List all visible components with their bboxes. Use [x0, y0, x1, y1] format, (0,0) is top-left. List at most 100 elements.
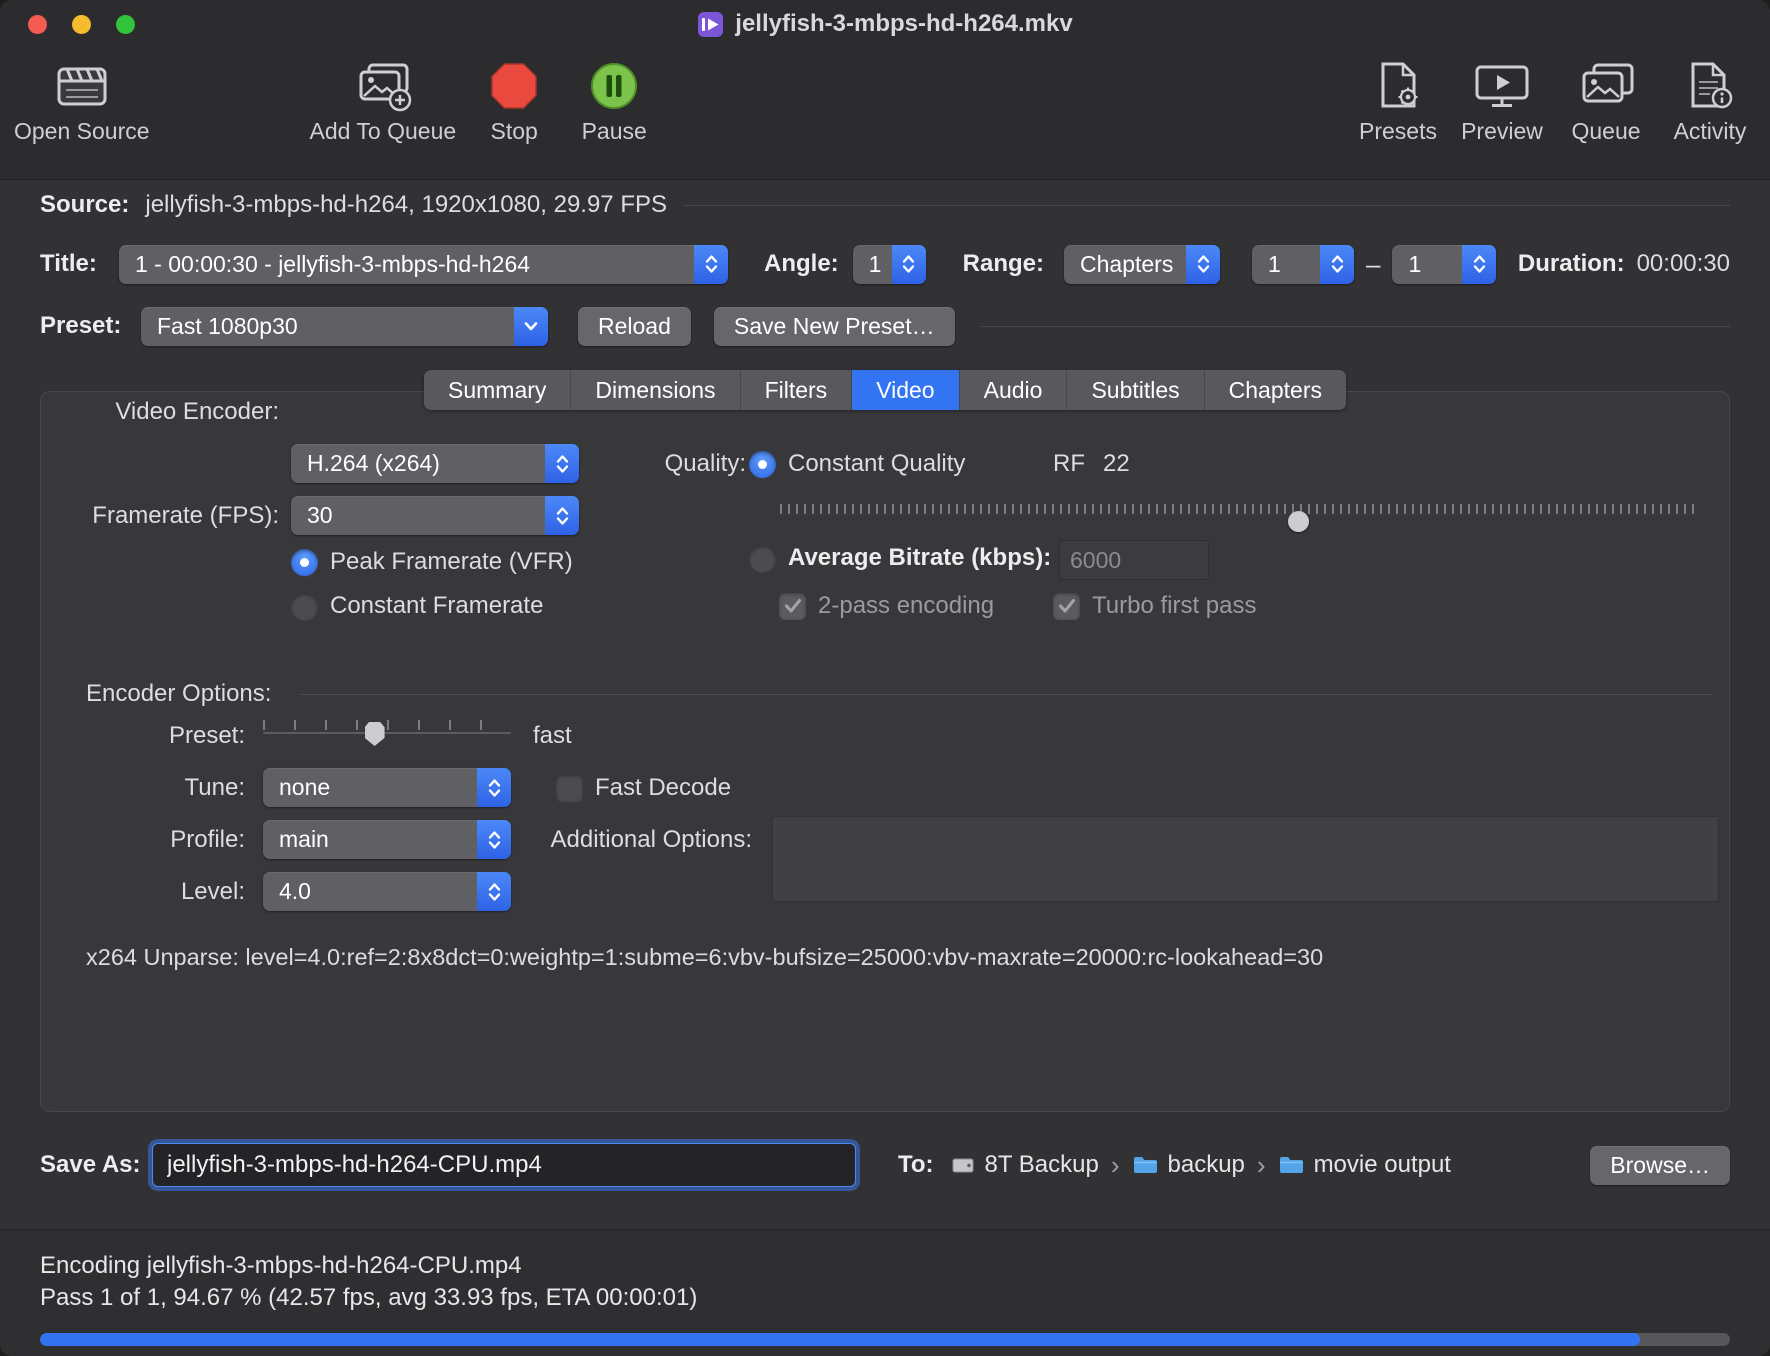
- level-label: Level:: [180, 877, 245, 905]
- activity-log-icon: [1682, 58, 1738, 114]
- chapter-start-select[interactable]: 1: [1252, 244, 1355, 284]
- path-separator: ›: [1256, 1149, 1266, 1180]
- stepper-icon: [1186, 244, 1221, 284]
- title-select[interactable]: 1 - 00:00:30 - jellyfish-3-mbps-hd-h264: [119, 244, 728, 284]
- range-type-value: Chapters: [1080, 250, 1174, 277]
- tab-subtitles[interactable]: Subtitles: [1067, 370, 1205, 410]
- title-label: Title:: [40, 250, 97, 277]
- preset-slider-thumb[interactable]: [364, 722, 385, 746]
- turbo-first-pass-label: Turbo first pass: [1092, 592, 1257, 619]
- constant-framerate-option[interactable]: Constant Framerate: [291, 592, 543, 620]
- path-item-label: backup: [1167, 1151, 1245, 1178]
- additional-options-input[interactable]: [772, 816, 1719, 902]
- average-bitrate-radio[interactable]: [749, 544, 776, 572]
- level-select[interactable]: 4.0: [263, 872, 511, 911]
- path-item-volume[interactable]: 8T Backup: [950, 1151, 1099, 1179]
- constant-quality-option[interactable]: Constant Quality: [749, 450, 965, 478]
- duration-group: Duration: 00:00:30: [1518, 250, 1730, 278]
- browse-button[interactable]: Browse…: [1590, 1145, 1730, 1185]
- average-bitrate-option[interactable]: Average Bitrate (kbps):: [749, 544, 1051, 572]
- framerate-select[interactable]: 30: [291, 496, 579, 535]
- tab-chapters[interactable]: Chapters: [1204, 370, 1346, 410]
- two-pass-option[interactable]: 2-pass encoding: [779, 592, 994, 620]
- profile-label: Profile:: [170, 825, 245, 853]
- path-item-backup[interactable]: backup: [1132, 1151, 1245, 1179]
- angle-label: Angle:: [764, 250, 839, 277]
- preview-button[interactable]: Preview: [1460, 58, 1544, 145]
- preview-monitor-icon: [1472, 58, 1532, 114]
- stepper-icon: [477, 768, 511, 807]
- document-icon: [698, 11, 724, 37]
- activity-label: Activity: [1673, 118, 1747, 144]
- rf-readout: RF 22: [1053, 444, 1130, 483]
- open-source-button[interactable]: Open Source: [14, 58, 150, 145]
- activity-button[interactable]: Activity: [1668, 58, 1752, 145]
- preview-label: Preview: [1461, 118, 1543, 144]
- preset-label: Preset:: [40, 312, 122, 339]
- fast-decode-checkbox[interactable]: [556, 774, 583, 802]
- minimize-window-button[interactable]: [72, 14, 91, 34]
- preset-select[interactable]: Fast 1080p30: [141, 306, 548, 346]
- quality-slider[interactable]: [780, 504, 1696, 534]
- title-select-value: 1 - 00:00:30 - jellyfish-3-mbps-hd-h264: [135, 250, 531, 277]
- profile-value: main: [279, 826, 329, 852]
- duration-value: 00:00:30: [1636, 250, 1730, 277]
- preset-slider-ticks: [263, 720, 511, 730]
- tab-dimensions[interactable]: Dimensions: [571, 370, 741, 410]
- two-pass-checkbox[interactable]: [779, 592, 806, 620]
- constant-framerate-radio[interactable]: [291, 592, 318, 620]
- rf-label: RF: [1053, 449, 1085, 477]
- stop-button[interactable]: Stop: [472, 58, 556, 145]
- path-separator: ›: [1110, 1149, 1120, 1180]
- tune-select[interactable]: none: [263, 768, 511, 807]
- quality-slider-ticks: [780, 504, 1696, 514]
- range-label: Range:: [962, 250, 1045, 277]
- window-title: jellyfish-3-mbps-hd-h264.mkv: [735, 10, 1073, 37]
- toolbar-panel-group: Presets Preview Queue Activity: [1356, 58, 1752, 145]
- folder-icon: [1133, 1157, 1157, 1173]
- average-bitrate-input[interactable]: [1059, 540, 1209, 580]
- chapter-end-select[interactable]: 1: [1392, 244, 1497, 284]
- presets-button[interactable]: Presets: [1356, 58, 1440, 145]
- title-row: Title: 1 - 00:00:30 - jellyfish-3-mbps-h…: [0, 242, 1770, 286]
- traffic-lights: [28, 14, 135, 34]
- save-new-preset-button[interactable]: Save New Preset…: [713, 306, 955, 346]
- encoder-options-label: Encoder Options:: [86, 679, 272, 707]
- reload-button[interactable]: Reload: [578, 306, 691, 346]
- encoding-progress-bar: [40, 1332, 1730, 1346]
- tab-summary[interactable]: Summary: [424, 370, 572, 410]
- turbo-first-pass-option[interactable]: Turbo first pass: [1053, 592, 1257, 620]
- pause-button[interactable]: Pause: [572, 58, 656, 145]
- pause-label: Pause: [581, 118, 647, 144]
- clapperboard-icon: [52, 58, 112, 114]
- quality-slider-thumb[interactable]: [1287, 511, 1309, 532]
- stop-label: Stop: [490, 118, 538, 144]
- peak-framerate-radio[interactable]: [291, 548, 318, 576]
- preset-row: Preset: Fast 1080p30 Reload Save New Pre…: [0, 304, 1770, 348]
- tab-audio[interactable]: Audio: [959, 370, 1068, 410]
- peak-framerate-option[interactable]: Peak Framerate (VFR): [291, 548, 573, 576]
- video-encoder-value: H.264 (x264): [307, 450, 440, 476]
- tabs-row: Summary Dimensions Filters Video Audio S…: [0, 370, 1770, 410]
- path-item-movie-output[interactable]: movie output: [1278, 1151, 1451, 1179]
- angle-select[interactable]: 1: [852, 244, 926, 284]
- video-tab-panel: Video Encoder: H.264 (x264) Quality: Con…: [40, 391, 1730, 1112]
- tab-video[interactable]: Video: [852, 370, 960, 410]
- save-as-input[interactable]: [152, 1143, 856, 1187]
- zoom-window-button[interactable]: [116, 14, 135, 34]
- turbo-first-pass-checkbox[interactable]: [1053, 592, 1080, 620]
- add-to-queue-button[interactable]: Add To Queue: [310, 58, 456, 145]
- save-row: Save As: To: 8T Backup › backup ›: [0, 1142, 1770, 1188]
- duration-label: Duration:: [1517, 250, 1625, 277]
- stop-octagon-icon: [488, 58, 540, 114]
- to-label: To:: [898, 1151, 934, 1178]
- fast-decode-option[interactable]: Fast Decode: [556, 774, 731, 802]
- constant-quality-radio[interactable]: [749, 450, 776, 478]
- range-type-select[interactable]: Chapters: [1064, 244, 1221, 284]
- close-window-button[interactable]: [28, 14, 47, 34]
- queue-button[interactable]: Queue: [1564, 58, 1648, 145]
- video-encoder-select[interactable]: H.264 (x264): [291, 444, 579, 483]
- encoder-preset-slider[interactable]: [263, 720, 511, 750]
- tab-filters[interactable]: Filters: [740, 370, 853, 410]
- progress-fill: [40, 1332, 1640, 1346]
